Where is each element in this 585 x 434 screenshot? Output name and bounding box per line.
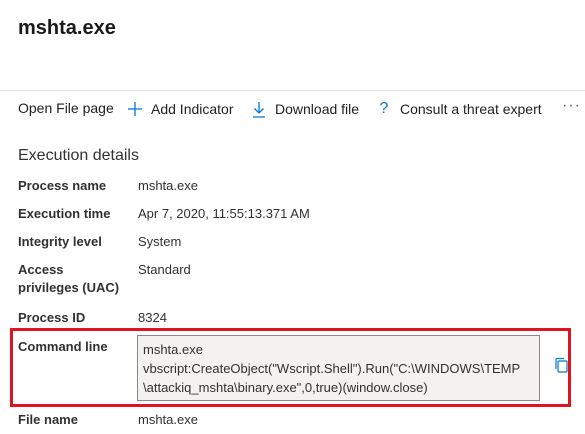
download-file-label: Download file	[275, 101, 360, 117]
process-name-label: Process name	[18, 178, 107, 193]
consult-threat-expert-label: Consult a threat expert	[400, 101, 542, 117]
command-line-text-3: \attackiq_mshta\binary.exe",0,true)(wind…	[143, 380, 428, 395]
access-privileges-label-line2: privileges (UAC)	[18, 280, 120, 295]
file-name-value: mshta.exe	[138, 412, 198, 427]
download-icon	[251, 100, 267, 118]
plus-icon	[127, 100, 143, 118]
access-privileges-label: Access privileges (UAC)	[18, 261, 133, 297]
page-title: mshta.exe	[18, 17, 116, 39]
command-line-text-1: mshta.exe	[143, 342, 203, 357]
access-privileges-label-line1: Access	[18, 262, 64, 277]
process-id-value: 8324	[138, 310, 167, 325]
execution-time-label: Execution time	[18, 206, 111, 221]
consult-threat-expert-button[interactable]: ? Consult a threat expert	[376, 100, 542, 118]
process-id-label: Process ID	[18, 310, 86, 325]
open-file-page-label: Open File page	[18, 100, 114, 116]
question-icon: ?	[379, 100, 389, 117]
more-options-icon[interactable]: ···	[562, 97, 581, 115]
add-indicator-button[interactable]: Add Indicator	[127, 100, 234, 118]
toolbar: Open File page Add Indicator Download fi…	[0, 90, 585, 126]
copy-icon[interactable]	[554, 357, 568, 373]
download-file-button[interactable]: Download file	[251, 100, 359, 118]
integrity-level-value: System	[138, 234, 182, 249]
command-line-value[interactable]: mshta.exe vbscript:CreateObject("Wscript…	[137, 335, 540, 401]
execution-details-heading: Execution details	[18, 147, 139, 164]
command-line-text-2: vbscript:CreateObject("Wscript.Shell").R…	[143, 361, 521, 376]
integrity-level-label: Integrity level	[18, 234, 102, 249]
access-privileges-value: Standard	[138, 262, 191, 277]
command-line-label: Command line	[18, 339, 108, 354]
process-name-value: mshta.exe	[138, 178, 198, 193]
add-indicator-label: Add Indicator	[151, 101, 234, 117]
open-file-page-button[interactable]: Open File page	[18, 100, 114, 116]
file-name-label: File name	[18, 412, 78, 427]
execution-time-value: Apr 7, 2020, 11:55:13.371 AM	[138, 206, 310, 221]
